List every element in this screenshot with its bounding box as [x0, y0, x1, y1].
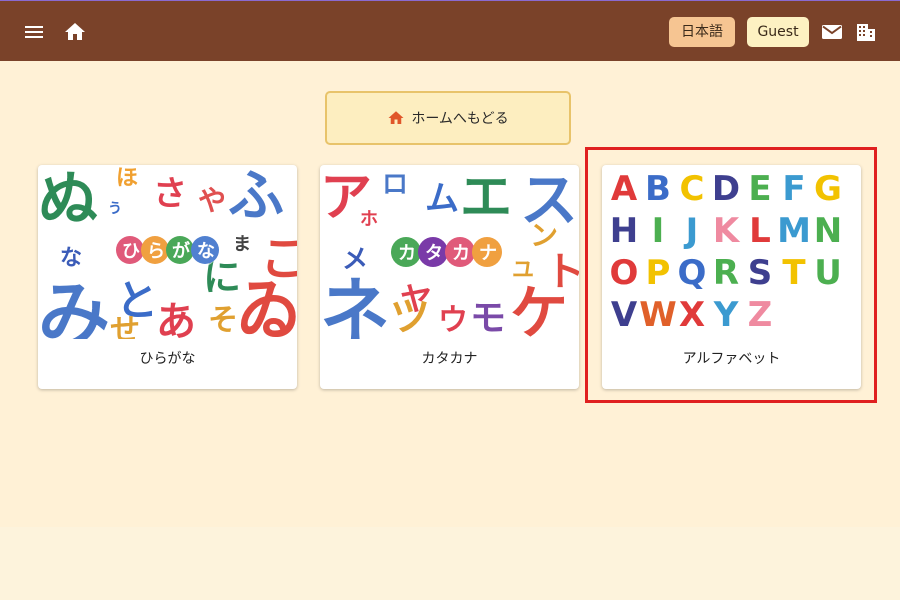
svg-text:モ: モ: [470, 298, 506, 339]
card-label-hiragana: ひらがな: [139, 351, 196, 367]
svg-text:や: や: [198, 184, 226, 217]
selection-highlight: [585, 147, 877, 403]
svg-text:ふ: ふ: [228, 165, 284, 229]
hiragana-illustration: ぬ ほ う さ や ふ な ま こ に み と せ あ そ ゐ ひらがな: [38, 165, 297, 339]
building-icon[interactable]: [854, 20, 878, 44]
svg-text:カ: カ: [398, 243, 416, 264]
svg-text:ひ: ひ: [122, 241, 140, 262]
home-icon[interactable]: [63, 20, 87, 44]
svg-text:ら: ら: [147, 241, 165, 262]
card-label-katakana: カタカナ: [421, 351, 478, 367]
svg-text:せ: せ: [110, 313, 140, 339]
svg-text:ム: ム: [425, 179, 459, 219]
svg-text:エ: エ: [460, 168, 512, 228]
svg-text:み: み: [38, 273, 110, 339]
menu-icon[interactable]: [22, 20, 46, 44]
svg-text:が: が: [172, 240, 190, 262]
language-button[interactable]: 日本語: [669, 17, 735, 47]
svg-text:ゐ: ゐ: [236, 272, 297, 339]
svg-text:カ: カ: [452, 243, 470, 264]
card-katakana[interactable]: ア ロ ム エ ス ホ ン メ ト ユ ネ ツ ヤ ウ モ ケ カタカナ カタカ…: [320, 165, 579, 389]
svg-text:な: な: [197, 241, 215, 262]
top-app-bar: 日本語 Guest: [0, 0, 900, 61]
svg-text:ネ: ネ: [320, 270, 390, 339]
katakana-illustration: ア ロ ム エ ス ホ ン メ ト ユ ネ ツ ヤ ウ モ ケ カタカナ: [320, 165, 579, 339]
svg-text:そ: そ: [208, 303, 238, 338]
svg-text:ナ: ナ: [479, 243, 497, 264]
guest-button[interactable]: Guest: [747, 17, 809, 47]
mail-icon[interactable]: [820, 20, 844, 44]
svg-text:ロ: ロ: [382, 170, 408, 200]
svg-text:ケ: ケ: [510, 279, 568, 339]
svg-text:タ: タ: [425, 243, 443, 264]
back-to-home-button[interactable]: ホームへもどる: [325, 91, 571, 145]
svg-text:ま: ま: [233, 234, 251, 255]
svg-text:ぬ: ぬ: [38, 165, 98, 235]
svg-text:ほ: ほ: [116, 166, 138, 191]
svg-text:あ: あ: [156, 299, 196, 339]
svg-text:ン: ン: [530, 219, 558, 252]
back-button-label: ホームへもどる: [411, 111, 509, 127]
svg-text:ヤ: ヤ: [400, 280, 432, 318]
home-icon: [388, 111, 404, 124]
svg-text:ホ: ホ: [360, 209, 378, 230]
svg-text:う: う: [108, 201, 122, 217]
svg-text:さ: さ: [153, 174, 187, 214]
svg-text:な: な: [60, 246, 82, 271]
card-hiragana[interactable]: ぬ ほ う さ や ふ な ま こ に み と せ あ そ ゐ ひらがな ひらが…: [38, 165, 297, 389]
svg-text:ウ: ウ: [438, 303, 468, 338]
